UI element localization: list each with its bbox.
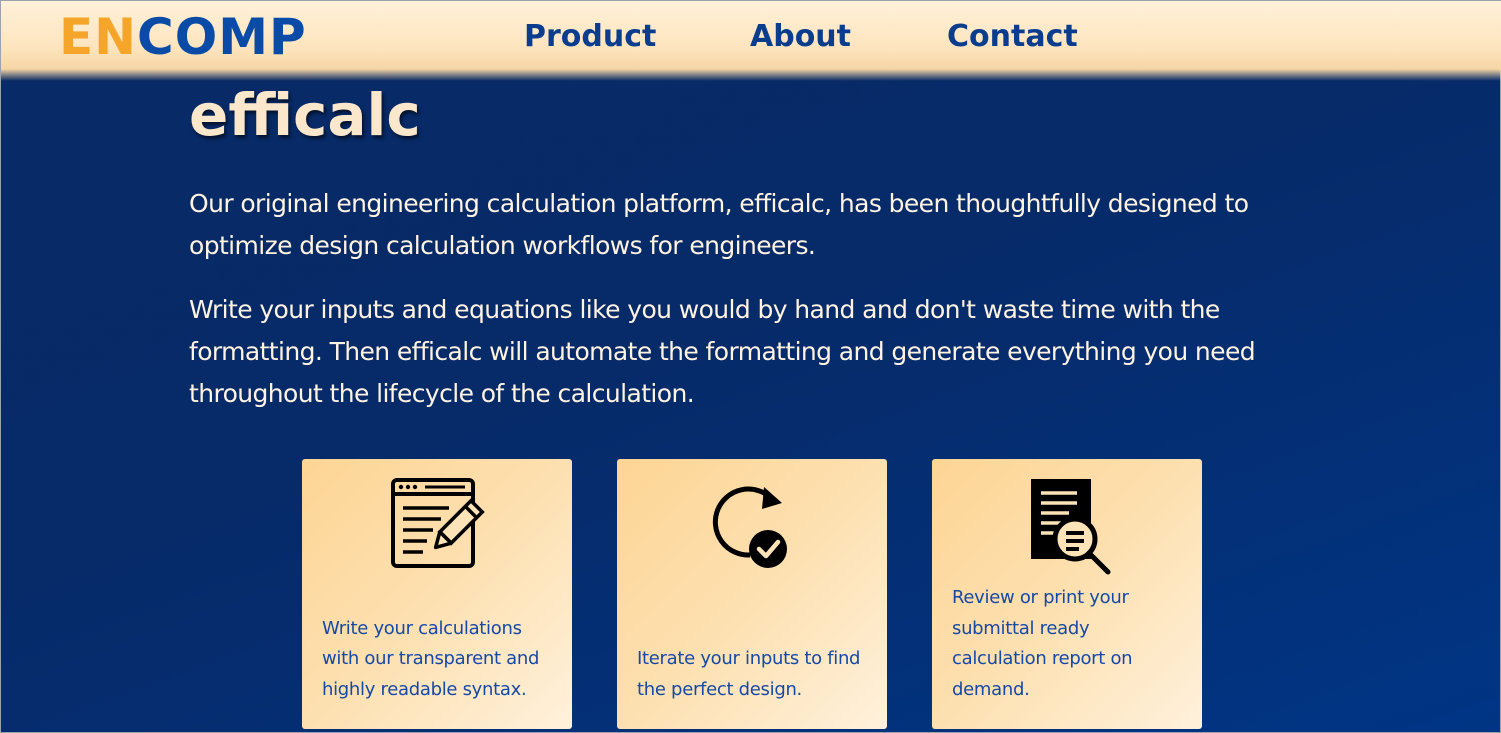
iterate-check-icon xyxy=(712,486,787,568)
feature-card-write: Write your calculations with our transpa… xyxy=(302,459,572,729)
feature-text: Iterate your inputs to find the perfect … xyxy=(637,648,861,700)
logo-text-en: EN xyxy=(59,8,138,66)
feature-card-iterate: Iterate your inputs to find the perfect … xyxy=(617,459,887,729)
encomp-logo[interactable]: ENCOMP xyxy=(59,9,307,65)
intro-paragraph: Our original engineering calculation pla… xyxy=(189,189,1249,260)
feature-text: Write your calculations with our transpa… xyxy=(322,617,540,700)
feature-card-review: Review or print your submittal ready cal… xyxy=(932,459,1202,729)
feature-text: Review or print your submittal ready cal… xyxy=(952,587,1133,700)
page-title: efficalc xyxy=(189,81,421,149)
top-navbar: ENCOMP Product About Contact xyxy=(1,1,1501,81)
report-review-icon xyxy=(1031,479,1111,575)
logo-text-comp: COMP xyxy=(137,8,307,66)
nav-link-contact[interactable]: Contact xyxy=(947,17,1078,57)
description-paragraph: Write your inputs and equations like you… xyxy=(189,295,1256,408)
code-editor-pencil-icon xyxy=(391,478,485,568)
nav-link-product[interactable]: Product xyxy=(524,17,656,57)
nav-link-about[interactable]: About xyxy=(750,17,851,57)
